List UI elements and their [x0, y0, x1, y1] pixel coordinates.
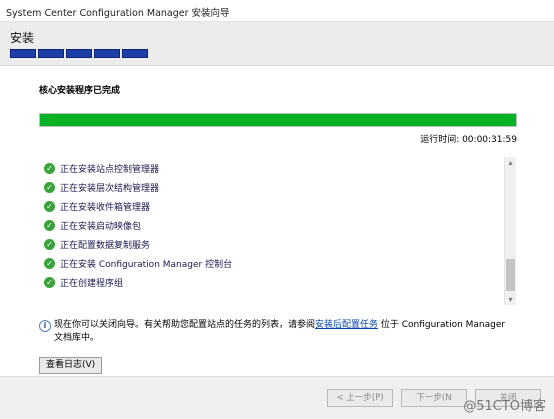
- main-content: 核心安装程序已完成 运行时间: 00:00:31:59 ✓ 正在安装站点控制管理…: [0, 66, 554, 376]
- step-segment: [66, 49, 92, 58]
- step-segment: [38, 49, 64, 58]
- list-item: ✓ 正在安装层次结构管理器: [44, 180, 159, 194]
- window-title: System Center Configuration Manager 安装向导: [6, 8, 230, 19]
- info-prefix: 现在你可以关闭向导。有关帮助您配置站点的任务的列表，请参阅: [54, 320, 316, 330]
- next-button[interactable]: 下一步(N: [401, 389, 467, 407]
- step-label: 正在安装层次结构管理器: [60, 183, 160, 194]
- wizard-header: 安装: [0, 22, 554, 66]
- step-label: 正在配置数据复制服务: [60, 240, 151, 251]
- check-icon: ✓: [44, 257, 55, 269]
- view-log-button[interactable]: 查看日志(V): [39, 357, 103, 374]
- check-icon: ✓: [44, 219, 55, 231]
- list-item: ✓ 正在配置数据复制服务: [44, 237, 150, 251]
- page-heading: 安装: [10, 31, 35, 45]
- check-icon: ✓: [44, 181, 55, 193]
- list-item: ✓ 正在安装站点控制管理器: [44, 161, 159, 175]
- progress-fill: [40, 114, 516, 126]
- list-item: ✓ 正在安装 Configuration Manager 控制台: [44, 256, 232, 270]
- step-label: 正在安装 Configuration Manager 控制台: [60, 259, 233, 270]
- check-icon: ✓: [44, 200, 55, 212]
- check-icon: ✓: [44, 162, 55, 174]
- back-button[interactable]: < 上一步(P): [327, 389, 393, 407]
- step-label: 正在创建程序组: [60, 278, 124, 289]
- wizard-footer: < 上一步(P) 下一步(N 关闭 @51CTO博客: [0, 376, 554, 419]
- info-message: i 现在你可以关闭向导。有关帮助您配置站点的任务的列表，请参阅安装后配置任务 位…: [39, 319, 515, 345]
- info-icon: i: [39, 320, 51, 332]
- scroll-down-icon[interactable]: ▾: [505, 294, 516, 305]
- step-label: 正在安装站点控制管理器: [60, 164, 160, 175]
- info-text: 现在你可以关闭向导。有关帮助您配置站点的任务的列表，请参阅安装后配置任务 位于 …: [54, 319, 515, 345]
- check-icon: ✓: [44, 238, 55, 250]
- scrollbar-thumb[interactable]: [506, 259, 515, 291]
- list-item: ✓ 正在创建程序组: [44, 275, 123, 289]
- step-label: 正在安装收件箱管理器: [60, 202, 151, 213]
- watermark: @51CTO博客: [463, 399, 546, 414]
- title-bar: System Center Configuration Manager 安装向导: [0, 0, 554, 22]
- post-setup-tasks-link[interactable]: 安装后配置任务: [315, 320, 378, 330]
- list-item: ✓ 正在安装收件箱管理器: [44, 199, 150, 213]
- list-item: ✓ 正在安装启动映像包: [44, 218, 141, 232]
- scroll-up-icon[interactable]: ▴: [505, 157, 516, 168]
- elapsed-time: 运行时间: 00:00:31:59: [420, 135, 517, 145]
- step-list-scrollbar[interactable]: ▴ ▾: [504, 157, 516, 305]
- step-label: 正在安装启动映像包: [60, 221, 142, 232]
- status-label: 核心安装程序已完成: [39, 86, 121, 96]
- wizard-step-indicator: [10, 49, 150, 58]
- check-icon: ✓: [44, 276, 55, 288]
- step-segment: [94, 49, 120, 58]
- install-progress-bar: [39, 113, 517, 127]
- step-segment: [10, 49, 36, 58]
- step-segment: [122, 49, 148, 58]
- step-list[interactable]: ✓ 正在安装站点控制管理器 ✓ 正在安装层次结构管理器 ✓ 正在安装收件箱管理器…: [39, 157, 516, 305]
